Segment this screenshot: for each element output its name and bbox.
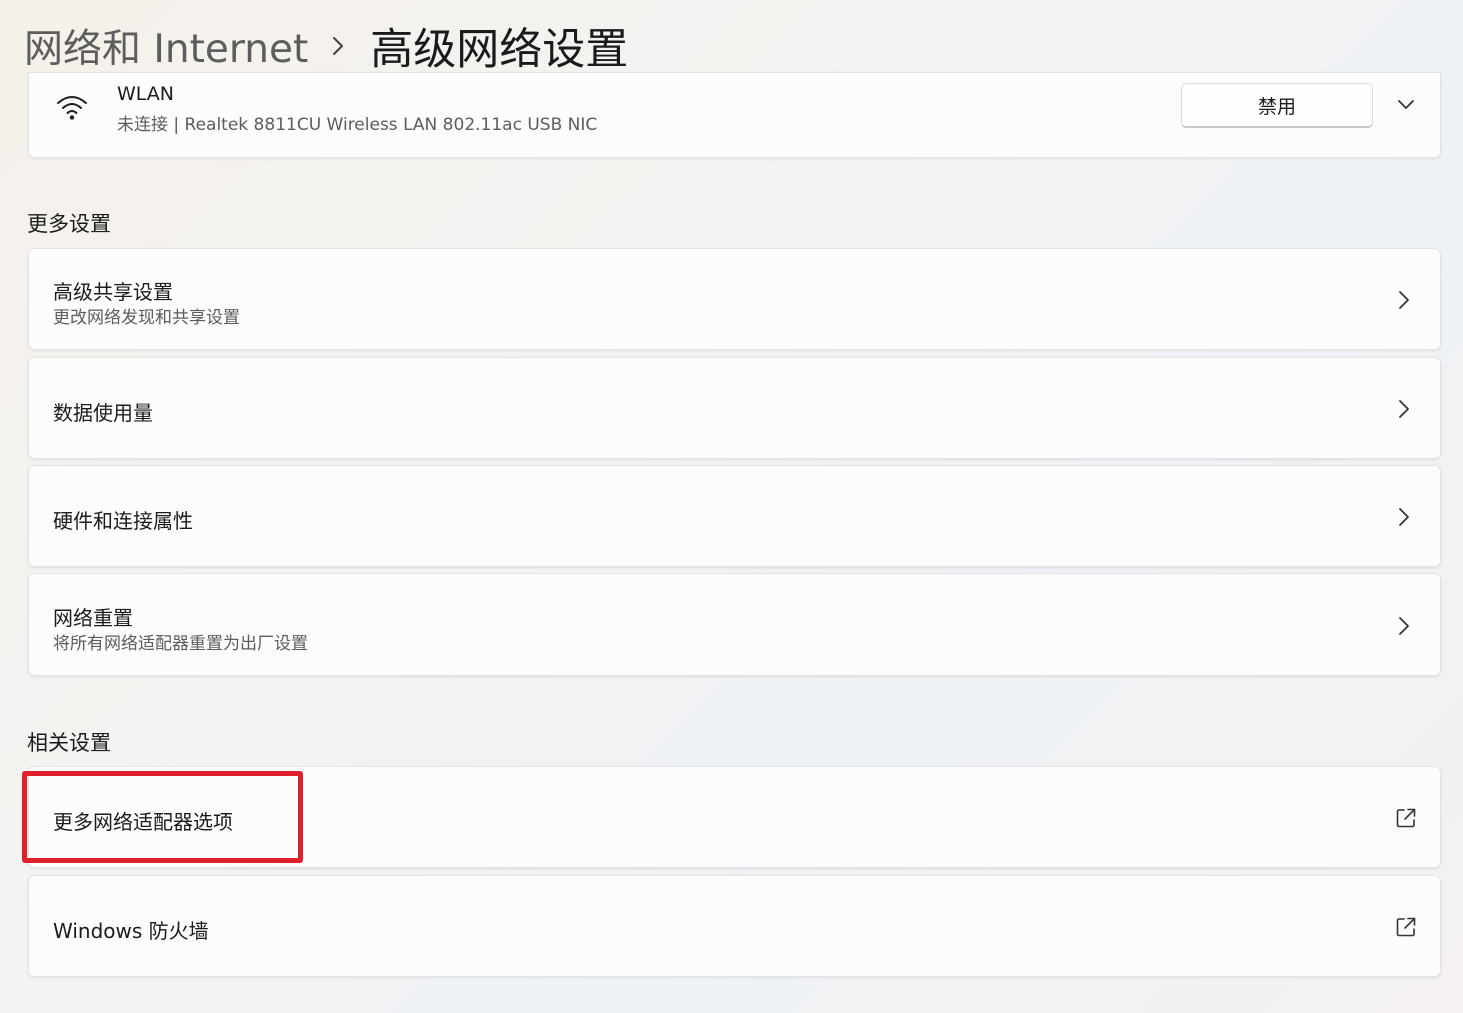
row-title: 网络重置 [53, 606, 133, 630]
breadcrumb-chevron-icon [332, 36, 344, 56]
breadcrumb: 网络和 Internet 高级网络设置 [24, 18, 629, 75]
network-reset-item[interactable]: 网络重置 将所有网络适配器重置为出厂设置 [28, 573, 1441, 676]
wlan-adapter-card[interactable]: WLAN 未连接 | Realtek 8811CU Wireless LAN 8… [28, 72, 1441, 158]
wlan-adapter-status: 未连接 | Realtek 8811CU Wireless LAN 802.11… [117, 115, 598, 135]
data-usage-item[interactable]: 数据使用量 [28, 357, 1441, 459]
row-subtitle: 将所有网络适配器重置为出厂设置 [53, 634, 308, 654]
breadcrumb-parent-link[interactable]: 网络和 Internet [24, 18, 308, 74]
hardware-connection-properties-item[interactable]: 硬件和连接属性 [28, 465, 1441, 567]
chevron-right-icon [1399, 400, 1409, 418]
windows-firewall-item[interactable]: Windows 防火墙 [28, 875, 1441, 977]
chevron-down-icon[interactable] [1397, 97, 1415, 111]
row-subtitle: 更改网络发现和共享设置 [53, 308, 240, 328]
row-title: 硬件和连接属性 [53, 509, 193, 533]
chevron-right-icon [1399, 291, 1409, 309]
more-network-adapter-options-item[interactable]: 更多网络适配器选项 [28, 766, 1441, 868]
row-title: 高级共享设置 [53, 280, 173, 304]
related-settings-heading: 相关设置 [27, 731, 111, 755]
more-settings-heading: 更多设置 [27, 212, 111, 236]
advanced-sharing-settings-item[interactable]: 高级共享设置 更改网络发现和共享设置 [28, 248, 1441, 350]
chevron-right-icon [1399, 617, 1409, 635]
disable-adapter-button[interactable]: 禁用 [1181, 83, 1373, 128]
page-title: 高级网络设置 [370, 25, 629, 75]
row-title: 更多网络适配器选项 [53, 810, 233, 834]
chevron-right-icon [1399, 508, 1409, 526]
row-title: 数据使用量 [53, 401, 153, 425]
wifi-icon [57, 96, 87, 120]
wlan-adapter-name: WLAN [117, 83, 175, 105]
external-link-icon [1396, 808, 1416, 828]
external-link-icon [1396, 917, 1416, 937]
row-title: Windows 防火墙 [53, 919, 209, 943]
